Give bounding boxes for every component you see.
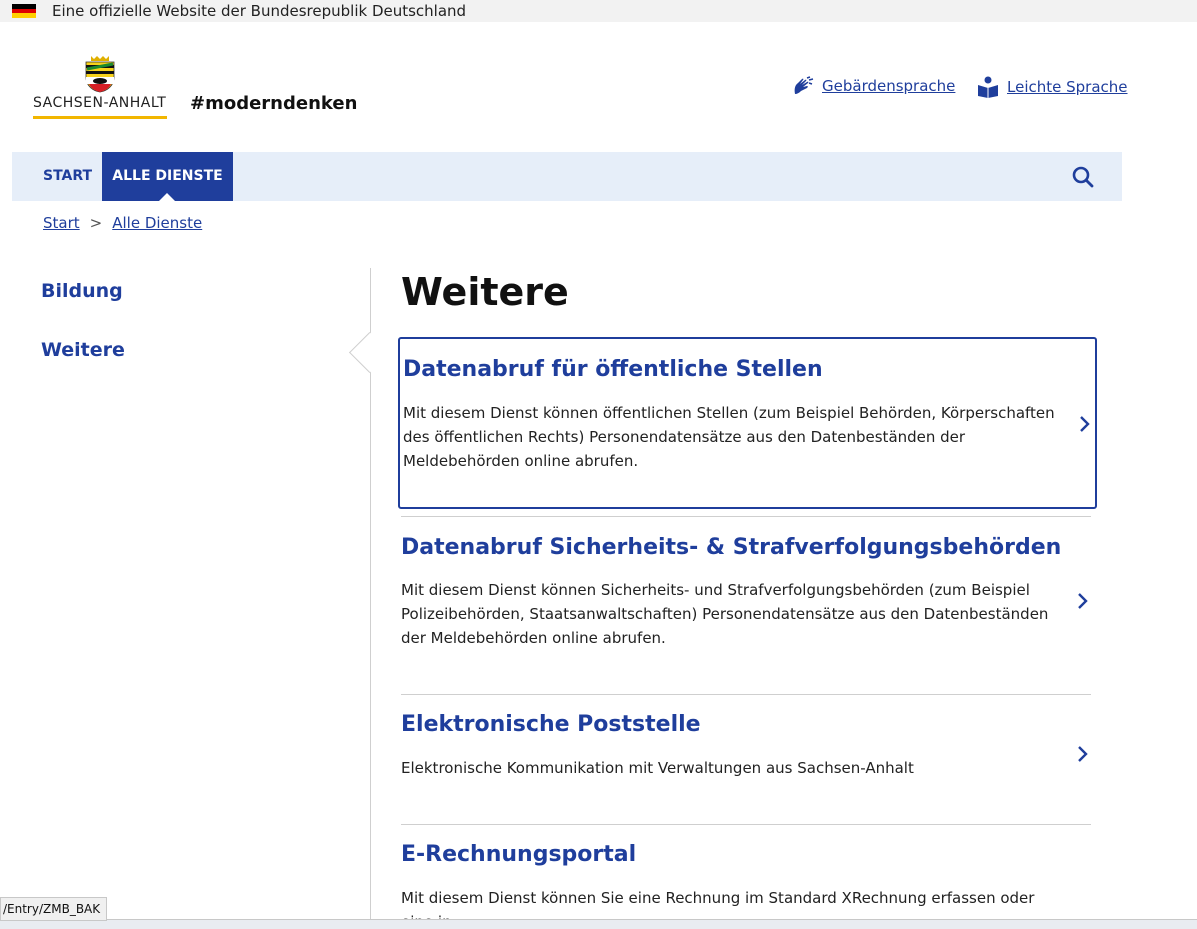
service-card[interactable]: Datenabruf für öffentliche Stellen Mit d…	[398, 337, 1097, 509]
chevron-right-icon	[1078, 746, 1088, 762]
nav-all-services-label: ALLE DIENSTE	[112, 168, 223, 184]
page-title: Weitere	[401, 270, 569, 314]
service-card[interactable]: E-Rechnungsportal Mit diesem Dienst könn…	[398, 825, 1093, 920]
breadcrumb-all-services[interactable]: Alle Dienste	[112, 214, 202, 232]
breadcrumb: Start > Alle Dienste	[43, 214, 202, 232]
main-navigation: START ALLE DIENSTE	[12, 152, 1122, 201]
service-card-description: Mit diesem Dienst können Sicherheits- un…	[401, 581, 1049, 647]
sachsen-anhalt-logo[interactable]: SACHSEN-ANHALT	[33, 55, 168, 121]
service-card-title: Datenabruf für öffentliche Stellen	[403, 357, 823, 382]
service-card-description: Mit diesem Dienst können Sie eine Rechnu…	[401, 889, 1035, 920]
sign-language-label: Gebärdensprache	[822, 77, 956, 95]
breadcrumb-separator: >	[89, 214, 103, 232]
search-icon[interactable]	[1072, 166, 1094, 188]
official-banner-text: Eine offizielle Website der Bundesrepubl…	[52, 2, 467, 20]
flag-de-icon	[12, 4, 36, 18]
official-banner: Eine offizielle Website der Bundesrepubl…	[0, 0, 1197, 22]
campaign-hashtag: #moderndenken	[190, 93, 358, 114]
active-caret-icon	[159, 193, 175, 201]
coat-of-arms-icon	[85, 56, 115, 93]
sidebar-active-pointer	[348, 331, 391, 374]
logo-text: SACHSEN-ANHALT	[33, 95, 167, 111]
easy-language-link[interactable]: Leichte Sprache	[977, 76, 1128, 98]
sign-language-link[interactable]: Gebärdensprache	[792, 76, 955, 96]
sidebar-item-weitere[interactable]: Weitere	[41, 339, 125, 361]
service-card-description: Mit diesem Dienst können öffentlichen St…	[403, 404, 1055, 470]
service-card-description: Elektronische Kommunikation mit Verwaltu…	[401, 759, 914, 777]
service-card[interactable]: Datenabruf Sicherheits- & Strafverfolgun…	[398, 517, 1093, 693]
logo-underline	[33, 116, 167, 119]
service-card-title: Elektronische Poststelle	[401, 712, 701, 737]
nav-start[interactable]: START	[43, 152, 92, 201]
chevron-right-icon	[1078, 593, 1088, 609]
page-scrollbar[interactable]	[1185, 22, 1197, 919]
chevron-right-icon	[1080, 416, 1090, 432]
easy-language-label: Leichte Sprache	[1007, 78, 1128, 96]
status-bar-url: /Entry/ZMB_BAK	[0, 897, 108, 921]
easy-language-icon	[978, 76, 998, 98]
sign-language-icon	[794, 76, 814, 94]
service-card-title: Datenabruf Sicherheits- & Strafverfolgun…	[401, 535, 1062, 560]
service-card[interactable]: Elektronische Poststelle Elektronische K…	[398, 695, 1093, 823]
breadcrumb-start[interactable]: Start	[43, 214, 80, 232]
service-card-title: E-Rechnungsportal	[401, 842, 637, 867]
nav-all-services[interactable]: ALLE DIENSTE	[102, 152, 233, 201]
sidebar-item-bildung[interactable]: Bildung	[41, 280, 123, 302]
